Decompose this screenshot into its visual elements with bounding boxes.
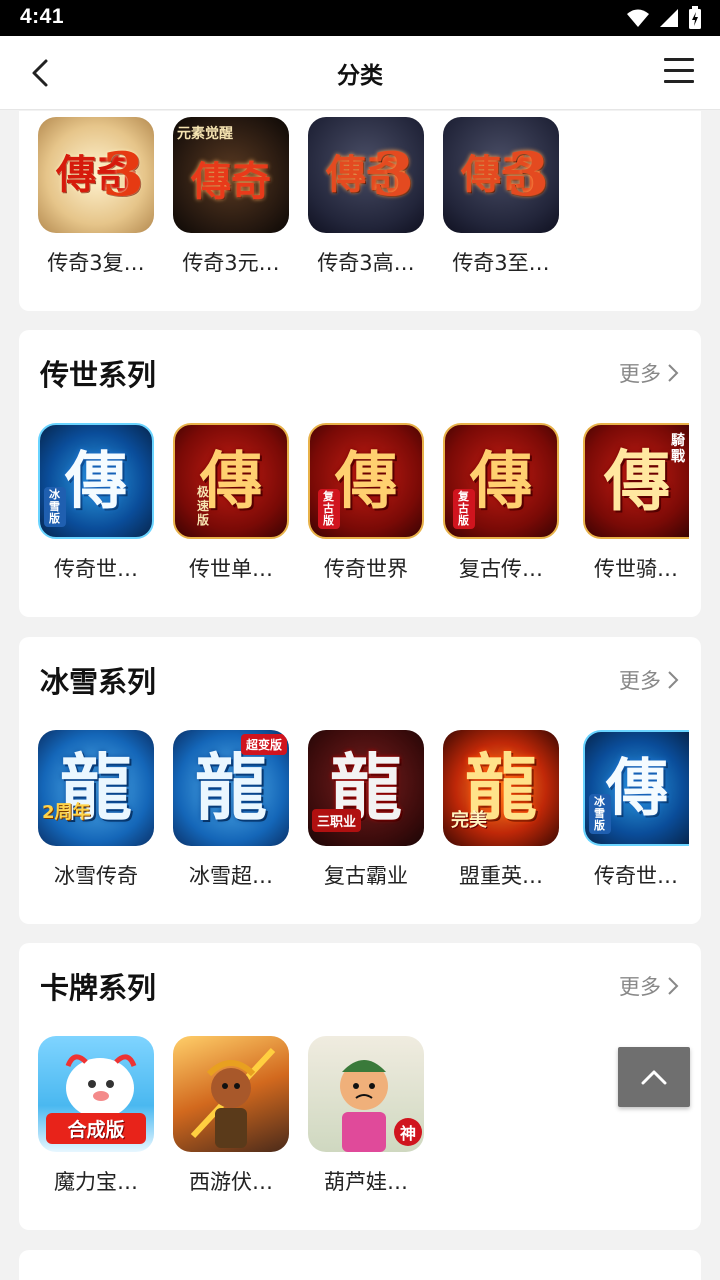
game-item[interactable]: 傳奇 3 传奇3复… (38, 117, 154, 277)
game-item[interactable]: 元素觉醒 傳奇 传奇3元… (173, 117, 289, 277)
game-icon: 傳冰雪版 (38, 423, 154, 539)
game-item[interactable]: 龍 2周年 冰雪传奇 (38, 730, 154, 890)
game-item[interactable]: 合成版 魔力宝… (38, 1036, 154, 1196)
section-card-partial: 傳奇 3 传奇3复… 元素觉醒 傳奇 传奇3元… 傳奇 3 传奇3高… 傳奇 3 传奇3… (19, 111, 701, 311)
game-icon: 合成版 (38, 1036, 154, 1152)
game-name: 西游伏… (189, 1170, 273, 1194)
section-card-chuanshi: 传世系列 更多 傳冰雪版 传奇世… 傳极速版 传世单… 傳复古版 传奇世界 傳复… (19, 330, 701, 617)
section-items: 傳冰雪版 传奇世… 傳极速版 传世单… 傳复古版 传奇世界 傳复古版 复古传… … (38, 423, 694, 583)
game-item[interactable]: 神 葫芦娃… (308, 1036, 424, 1196)
game-name: 传奇3高… (317, 251, 415, 275)
game-icon: 龍 2周年 (38, 730, 154, 846)
game-name: 传奇3至… (452, 251, 550, 275)
app-header: 分类 (0, 36, 720, 110)
section-card-next (19, 1250, 701, 1280)
status-icons (626, 6, 702, 30)
section-title: 传世系列 (40, 358, 157, 392)
game-name: 传奇3复… (47, 251, 145, 275)
section-title: 冰雪系列 (40, 665, 157, 699)
game-item[interactable]: 西游伏… (173, 1036, 289, 1196)
hamburger-menu-icon (664, 58, 694, 61)
status-time: 4:41 (20, 5, 65, 28)
chevron-right-icon (668, 671, 679, 689)
game-name: 冰雪传奇 (54, 864, 138, 888)
game-icon: 元素觉醒 傳奇 (173, 117, 289, 233)
game-item[interactable]: 傳奇 3 传奇3高… (308, 117, 424, 277)
chevron-right-icon (668, 977, 679, 995)
game-icon: 傳复古版 (308, 423, 424, 539)
game-icon: 傳奇 3 (308, 117, 424, 233)
game-name: 传奇世界 (324, 557, 408, 581)
game-item[interactable]: 龍超变版 冰雪超… (173, 730, 289, 890)
section-card-bingxue: 冰雪系列 更多 龍 2周年 冰雪传奇 龍超变版 冰雪超… 龍三职业 复古霸业 龍完… (19, 637, 701, 924)
game-icon: 傳奇 3 (38, 117, 154, 233)
game-icon: 傳騎戰 (583, 423, 689, 539)
monkey-king-image (190, 1047, 276, 1148)
signal-icon (660, 9, 678, 27)
battery-icon (689, 6, 701, 29)
game-item[interactable]: 傳奇 3 传奇3至… (443, 117, 559, 277)
section-items: 合成版 魔力宝… 西游伏… 神 葫芦娃… (38, 1036, 424, 1196)
game-item[interactable]: 龍完美 盟重英… (443, 730, 559, 890)
wifi-icon (627, 9, 649, 27)
game-item[interactable]: 龍三职业 复古霸业 (308, 730, 424, 890)
more-link[interactable]: 更多 (619, 971, 679, 1001)
game-name: 复古霸业 (324, 864, 408, 888)
game-icon: 龍三职业 (308, 730, 424, 846)
game-name: 传奇世… (594, 864, 678, 888)
game-item[interactable]: 傳冰雪版 传奇世… (578, 730, 694, 890)
game-name: 葫芦娃… (324, 1170, 408, 1194)
game-icon: 傳极速版 (173, 423, 289, 539)
page-title: 分类 (337, 63, 383, 89)
game-item[interactable]: 傳极速版 传世单… (173, 423, 289, 583)
game-icon: 傳奇 3 (443, 117, 559, 233)
chevron-right-icon (668, 364, 679, 382)
game-name: 复古传… (459, 557, 543, 581)
game-icon: 神 (308, 1036, 424, 1152)
game-icon: 龍超变版 (173, 730, 289, 846)
game-name: 魔力宝… (54, 1170, 138, 1194)
section-card-kapai: 卡牌系列 更多 合成版 魔力宝… 西游伏… 神 葫芦娃… (19, 943, 701, 1230)
game-icon: 傳复古版 (443, 423, 559, 539)
section-items: 傳奇 3 传奇3复… 元素觉醒 傳奇 传奇3元… 傳奇 3 传奇3高… 傳奇 3 传奇3… (38, 117, 559, 277)
category-list[interactable]: 傳奇 3 传奇3复… 元素觉醒 傳奇 传奇3元… 傳奇 3 传奇3高… 傳奇 3 传奇3… (0, 111, 720, 1280)
game-item[interactable]: 傳复古版 复古传… (443, 423, 559, 583)
section-title: 卡牌系列 (40, 971, 157, 1005)
game-icon: 龍完美 (443, 730, 559, 846)
game-item[interactable]: 傳冰雪版 传奇世… (38, 423, 154, 583)
game-name: 冰雪超… (189, 864, 273, 888)
game-name: 盟重英… (459, 864, 543, 888)
game-icon (173, 1036, 289, 1152)
more-link[interactable]: 更多 (619, 358, 679, 388)
game-name: 传奇世… (54, 557, 138, 581)
more-link[interactable]: 更多 (619, 665, 679, 695)
back-to-top-button[interactable] (618, 1047, 690, 1107)
menu-button[interactable] (664, 58, 694, 88)
game-icon: 傳冰雪版 (583, 730, 689, 846)
game-name: 传世骑… (594, 557, 678, 581)
game-item[interactable]: 傳复古版 传奇世界 (308, 423, 424, 583)
game-name: 传世单… (189, 557, 273, 581)
chevron-up-icon (641, 1070, 667, 1085)
game-item[interactable]: 傳騎戰 传世骑… (578, 423, 694, 583)
game-name: 传奇3元… (182, 251, 280, 275)
status-bar: 4:41 (0, 0, 720, 36)
section-items: 龍 2周年 冰雪传奇 龍超变版 冰雪超… 龍三职业 复古霸业 龍完美 盟重英… 傳… (38, 730, 694, 890)
